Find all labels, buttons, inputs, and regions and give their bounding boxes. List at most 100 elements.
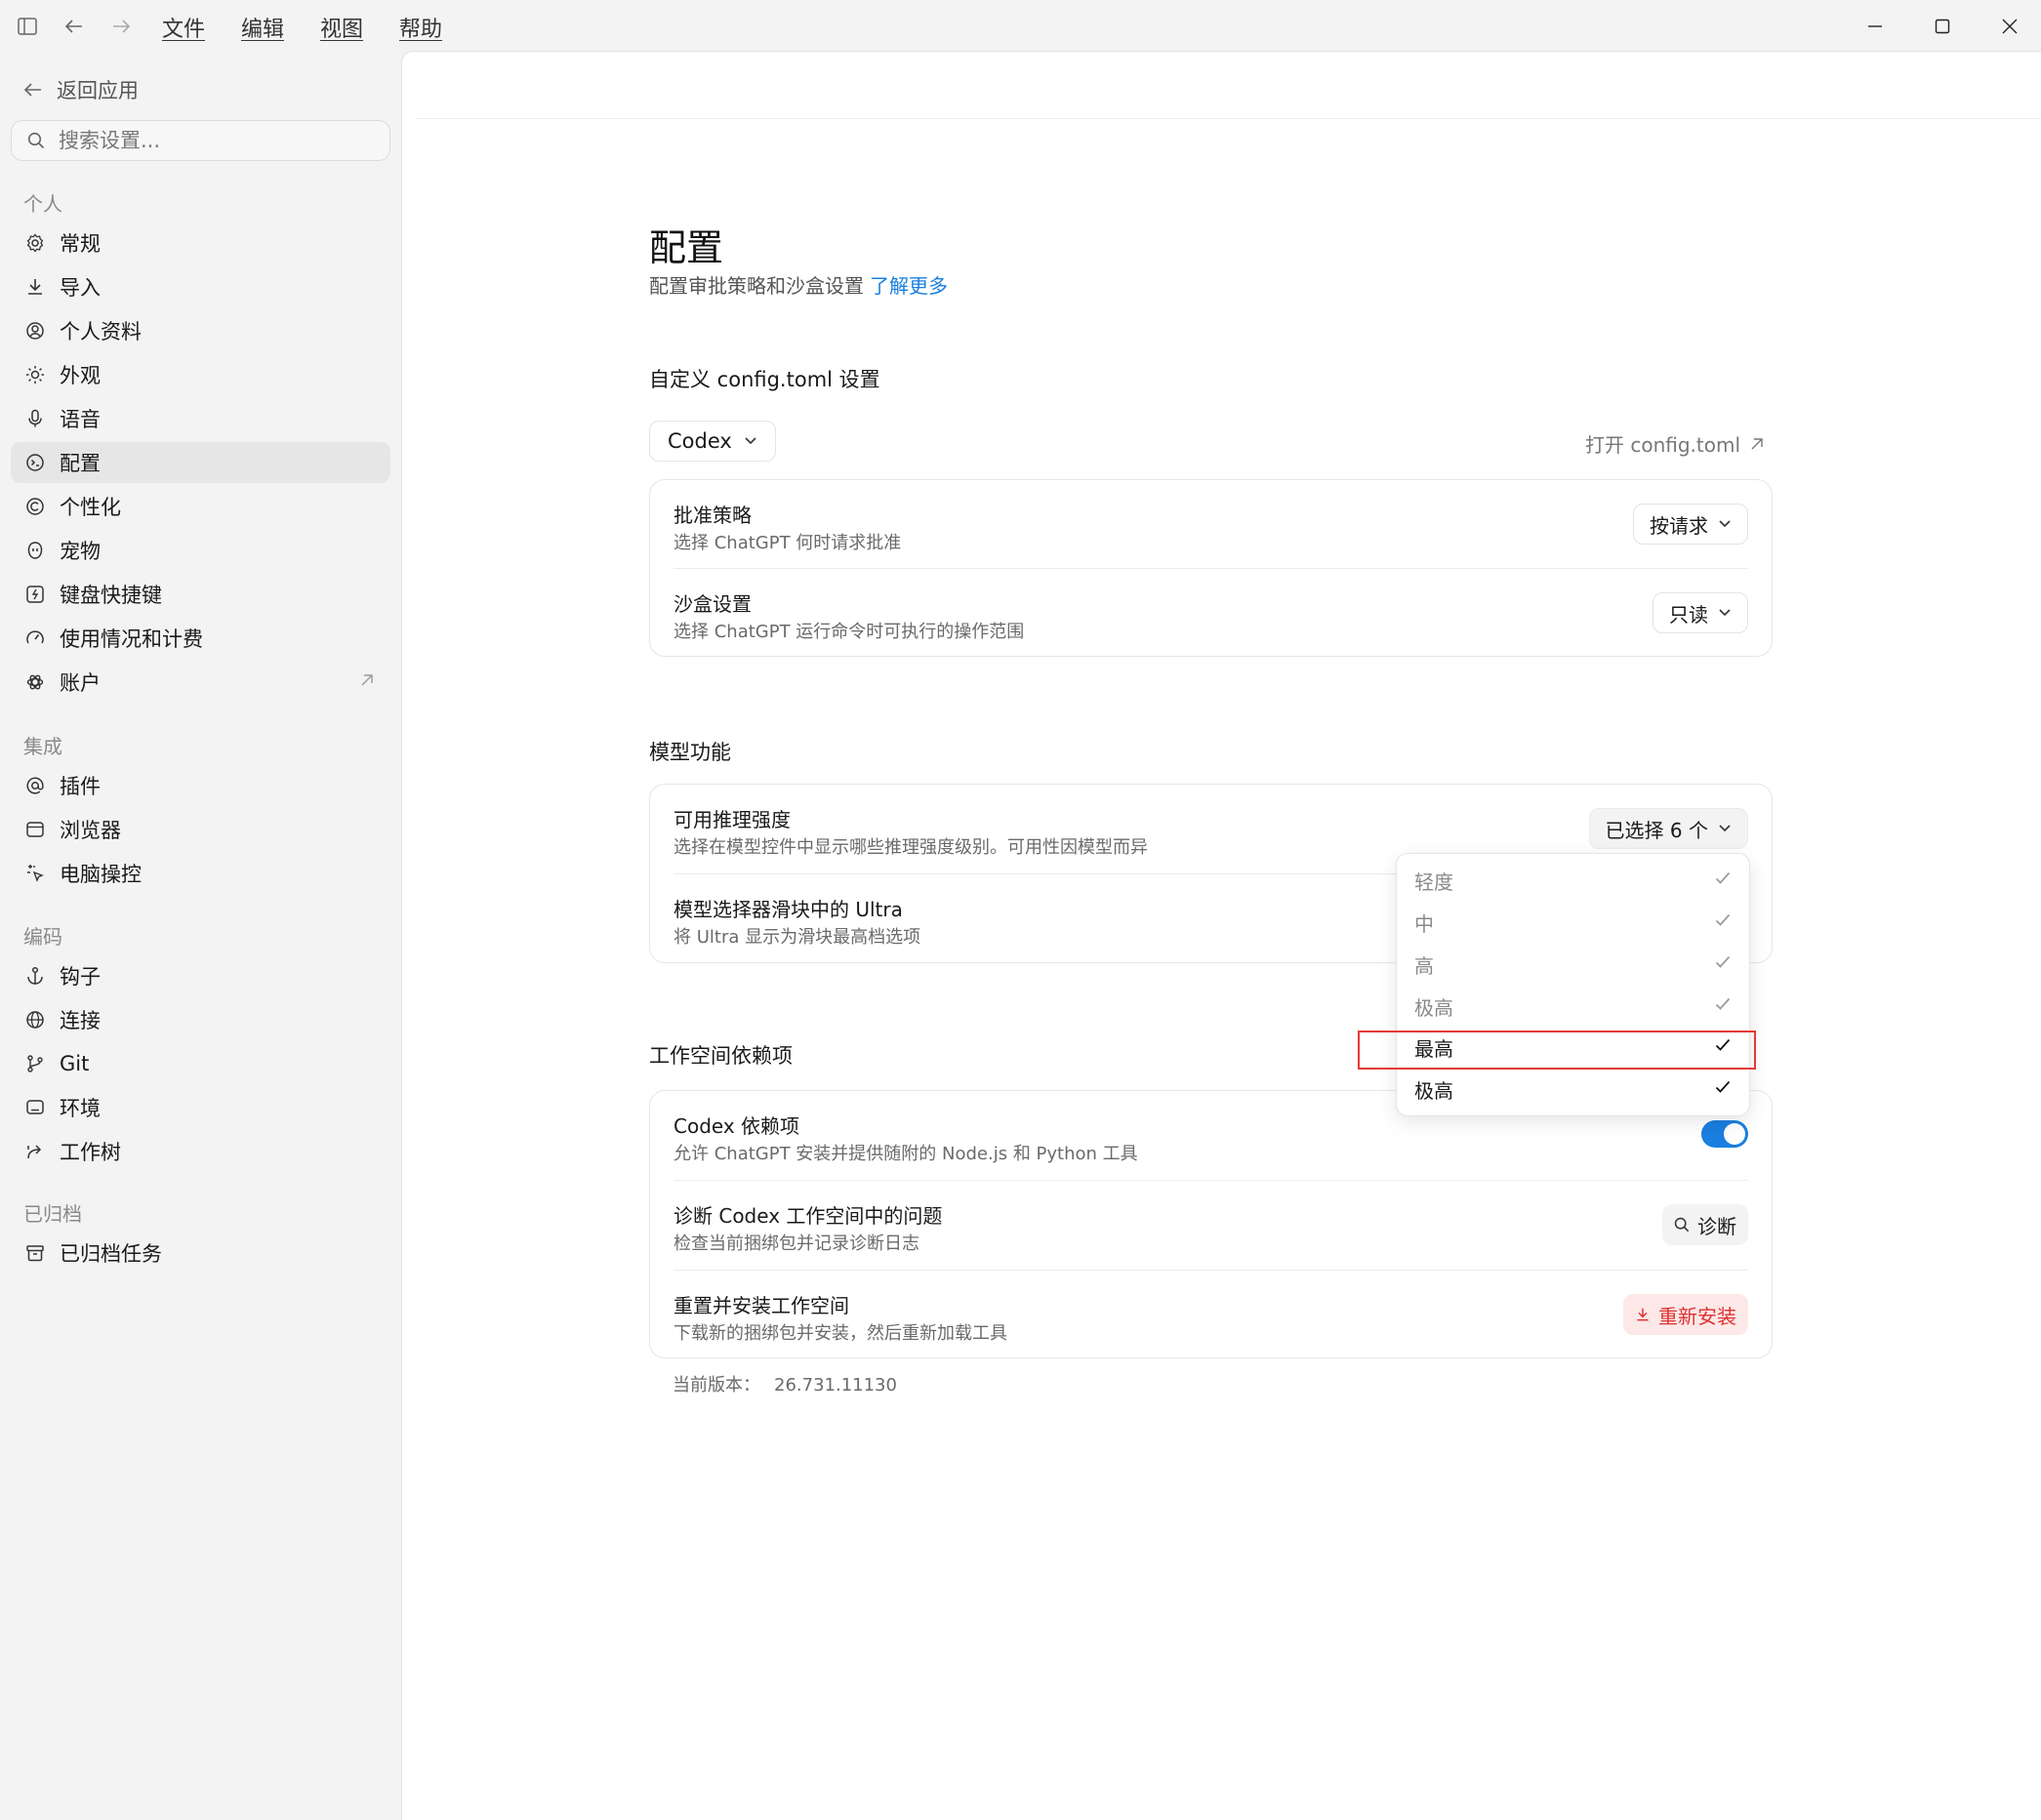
row-desc: 允许 ChatGPT 安装并提供随附的 Node.js 和 Python 工具	[674, 1144, 1138, 1164]
open-config-link[interactable]: 打开 config.toml	[1585, 429, 1764, 458]
close-button[interactable]	[1990, 10, 2029, 43]
back-to-app-button[interactable]: 返回应用	[23, 75, 139, 104]
browser-icon	[24, 819, 46, 840]
row-desc: 选择 ChatGPT 运行命令时可执行的操作范围	[674, 622, 1025, 642]
learn-more-link[interactable]: 了解更多	[870, 274, 948, 298]
config-icon	[24, 452, 46, 473]
section-label-personal: 个人	[23, 192, 62, 216]
sidebar-item-computer-use[interactable]: 电脑操控	[11, 853, 390, 894]
diagnose-button[interactable]: 诊断	[1662, 1204, 1748, 1245]
profile-select[interactable]: Codex	[649, 421, 776, 462]
checkmark-icon	[1715, 997, 1731, 1010]
sidebar-item-label: 已归档任务	[60, 1242, 162, 1266]
sidebar-item-pet[interactable]: 宠物	[11, 530, 390, 571]
sidebar-item-label: 使用情况和计费	[60, 627, 203, 651]
sidebar-item-account[interactable]: 账户	[11, 662, 390, 703]
sidebar-item-personalize[interactable]: 个性化	[11, 486, 390, 527]
monitor-icon	[24, 1097, 46, 1118]
sandbox-dropdown[interactable]: 只读	[1653, 592, 1748, 633]
sidebar-item-general[interactable]: 常规	[11, 222, 390, 263]
subtitle-text: 配置审批策略和沙盒设置	[649, 274, 864, 298]
title-bar: 文件 编辑 视图 帮助	[0, 0, 2041, 52]
search-box[interactable]	[11, 120, 390, 161]
checkmark-icon	[1715, 913, 1731, 926]
version-label: 当前版本：	[673, 1375, 760, 1395]
menu-item-medium[interactable]: 中	[1397, 902, 1751, 943]
at-icon	[24, 775, 46, 796]
menu-file[interactable]: 文件	[162, 12, 205, 43]
menu-item-light[interactable]: 轻度	[1397, 860, 1751, 901]
row-title: Codex 依赖项	[674, 1114, 800, 1138]
sidebar-item-label: 连接	[60, 1009, 101, 1032]
menu-view[interactable]: 视图	[320, 12, 363, 43]
sidebar-item-config[interactable]: 配置	[11, 442, 390, 483]
checkmark-icon	[1715, 871, 1731, 884]
menu-item-very-high[interactable]: 极高	[1397, 986, 1751, 1027]
search-icon	[27, 132, 45, 149]
minimize-button[interactable]	[1856, 10, 1895, 43]
chevron-down-icon	[1719, 520, 1731, 528]
sidebar-item-browser[interactable]: 浏览器	[11, 809, 390, 850]
sidebar-item-plugins[interactable]: 插件	[11, 765, 390, 806]
back-arrow-icon[interactable]	[61, 14, 88, 39]
row-desc: 下载新的捆绑包并安装，然后重新加载工具	[674, 1323, 1007, 1344]
sidebar-item-label: 导入	[60, 276, 101, 300]
row-desc: 将 Ultra 显示为滑块最高档选项	[674, 927, 921, 948]
version-value: 26.731.11130	[774, 1375, 897, 1395]
codex-deps-toggle[interactable]	[1701, 1120, 1748, 1148]
sidebar-item-label: 键盘快捷键	[60, 584, 162, 607]
menu-item-extreme[interactable]: 极高	[1397, 1069, 1751, 1110]
sidebar-toggle-icon[interactable]	[14, 14, 41, 39]
approval-policy-dropdown[interactable]: 按请求	[1633, 504, 1748, 545]
sidebar-item-import[interactable]: 导入	[11, 266, 390, 307]
menu-help[interactable]: 帮助	[399, 12, 442, 43]
sidebar-item-environment[interactable]: 环境	[11, 1087, 390, 1128]
sidebar-item-keyboard[interactable]: 键盘快捷键	[11, 574, 390, 615]
reinstall-button[interactable]: 重新安装	[1623, 1294, 1748, 1335]
row-title: 可用推理强度	[674, 808, 791, 831]
maximize-button[interactable]	[1923, 10, 1962, 43]
menu-item-label: 极高	[1414, 1078, 1453, 1103]
section-title-model: 模型功能	[649, 741, 731, 764]
row-desc: 检查当前捆绑包并记录诊断日志	[674, 1234, 919, 1254]
menu-item-label: 中	[1414, 911, 1434, 936]
menu-item-label: 极高	[1414, 995, 1453, 1020]
sidebar-item-label: 钩子	[60, 965, 101, 989]
sun-icon	[24, 364, 46, 385]
menu-edit[interactable]: 编辑	[241, 12, 284, 43]
chevron-down-icon	[1719, 609, 1731, 617]
row-title: 重置并安装工作空间	[674, 1294, 849, 1317]
diagnose-label: 诊断	[1697, 1214, 1736, 1238]
mic-icon	[24, 408, 46, 429]
reasoning-effort-dropdown[interactable]: 已选择 6 个	[1588, 808, 1748, 849]
download-icon	[1637, 1308, 1649, 1321]
sidebar-item-hooks[interactable]: 钩子	[11, 955, 390, 996]
profile-icon	[24, 320, 46, 342]
sidebar-item-label: 电脑操控	[60, 863, 142, 886]
section-title-config: 自定义 config.toml 设置	[649, 368, 880, 391]
sidebar-item-connections[interactable]: 连接	[11, 999, 390, 1040]
sandbox-row: 沙盒设置 选择 ChatGPT 运行命令时可执行的操作范围 只读	[674, 569, 1748, 657]
sidebar-item-profile[interactable]: 个人资料	[11, 310, 390, 351]
sidebar-item-appearance[interactable]: 外观	[11, 354, 390, 395]
menu-item-label: 高	[1414, 953, 1434, 978]
main-panel: 配置 配置审批策略和沙盒设置 了解更多 自定义 config.toml 设置 Co…	[401, 51, 2041, 1820]
forward-arrow-icon[interactable]	[107, 14, 135, 39]
menu-item-high[interactable]: 高	[1397, 944, 1751, 985]
sidebar-item-git[interactable]: Git	[11, 1043, 390, 1084]
worktree-icon	[24, 1141, 46, 1162]
sidebar-item-voice[interactable]: 语音	[11, 398, 390, 439]
page-subtitle: 配置审批策略和沙盒设置 了解更多	[649, 270, 948, 299]
personalize-icon	[24, 496, 46, 517]
sidebar-item-worktree[interactable]: 工作树	[11, 1131, 390, 1172]
gear-icon	[24, 232, 46, 254]
sidebar-item-archived-tasks[interactable]: 已归档任务	[11, 1233, 390, 1274]
page-title: 配置	[649, 226, 724, 269]
archive-icon	[24, 1242, 46, 1264]
sidebar-item-usage[interactable]: 使用情况和计费	[11, 618, 390, 659]
menu-bar: 文件 编辑 视图 帮助	[162, 12, 478, 43]
search-input[interactable]	[59, 129, 371, 152]
sidebar-item-label: 浏览器	[60, 819, 121, 842]
gauge-icon	[24, 627, 46, 649]
reinstall-row: 重置并安装工作空间 下载新的捆绑包并安装，然后重新加载工具 重新安装	[674, 1271, 1748, 1359]
